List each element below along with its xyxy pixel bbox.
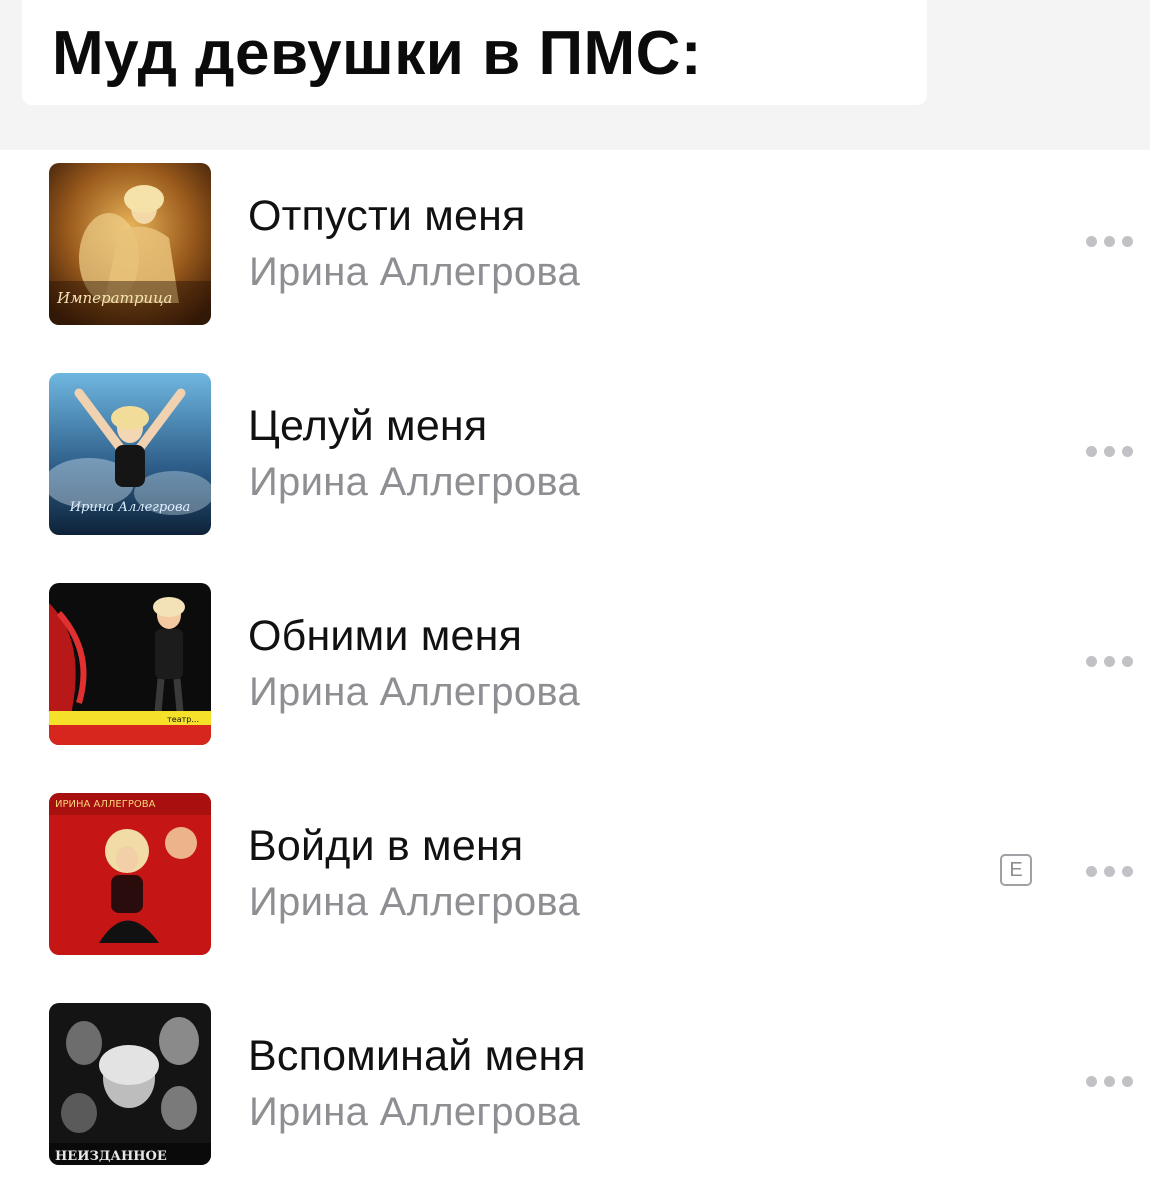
track-row[interactable]: Императрица Отпусти меня Ирина Аллегрова	[0, 150, 1150, 360]
album-cover-image: Императрица	[49, 163, 211, 325]
ellipsis-icon	[1086, 445, 1097, 457]
album-cover-image: театр...	[49, 583, 211, 745]
track-row[interactable]: Ирина Аллегрова Целуй меня Ирина Аллегро…	[0, 360, 1150, 570]
explicit-badge: E	[1000, 854, 1032, 886]
album-cover-image: ИРИНА АЛЛЕГРОВА	[49, 793, 211, 955]
ellipsis-icon	[1086, 865, 1097, 877]
album-cover-image: Ирина Аллегрова	[49, 373, 211, 535]
track-row[interactable]: НЕИЗДАННОЕ Вспоминай меня Ирина Аллегров…	[0, 990, 1150, 1200]
more-options-button[interactable]	[1086, 654, 1150, 668]
track-artist: Ирина Аллегрова	[249, 1090, 581, 1134]
ellipsis-icon	[1086, 655, 1097, 667]
meme-caption-area: Муд девушки в ПМС:	[0, 0, 1150, 150]
track-title: Войди в меня	[248, 822, 524, 870]
album-cover: театр...	[49, 583, 211, 745]
album-cover: ИРИНА АЛЛЕГРОВА	[49, 793, 211, 955]
ellipsis-icon	[1086, 1075, 1097, 1087]
album-cover: Ирина Аллегрова	[49, 373, 211, 535]
more-options-button[interactable]	[1086, 444, 1150, 458]
track-artist: Ирина Аллегрова	[249, 250, 581, 294]
track-title: Вспоминай меня	[248, 1032, 586, 1080]
track-title: Отпусти меня	[248, 192, 526, 240]
cover-text: театр...	[167, 715, 199, 724]
album-cover: Императрица	[49, 163, 211, 325]
more-options-button[interactable]	[1086, 1074, 1150, 1088]
cover-text: НЕИЗДАННОЕ	[55, 1149, 167, 1164]
track-row[interactable]: ИРИНА АЛЛЕГРОВА Войди в меня Ирина Аллег…	[0, 780, 1150, 990]
cover-text: ИРИНА АЛЛЕГРОВА	[55, 799, 156, 810]
cover-text: Ирина Аллегрова	[69, 500, 191, 515]
ellipsis-icon	[1086, 235, 1097, 247]
album-cover-image: НЕИЗДАННОЕ	[49, 1003, 211, 1165]
album-cover: НЕИЗДАННОЕ	[49, 1003, 211, 1165]
track-artist: Ирина Аллегрова	[249, 880, 581, 924]
track-artist: Ирина Аллегрова	[249, 670, 581, 714]
track-title: Обними меня	[248, 612, 523, 660]
more-options-button[interactable]	[1086, 234, 1150, 248]
meme-caption: Муд девушки в ПМС:	[52, 19, 703, 88]
track-title: Целуй меня	[248, 402, 488, 450]
cover-text: Императрица	[56, 289, 173, 307]
more-options-button[interactable]	[1086, 864, 1150, 878]
track-row[interactable]: театр... Обними меня Ирина Аллегрова	[0, 570, 1150, 780]
track-list: Императрица Отпусти меня Ирина Аллегрова	[0, 150, 1150, 1200]
track-artist: Ирина Аллегрова	[249, 460, 581, 504]
